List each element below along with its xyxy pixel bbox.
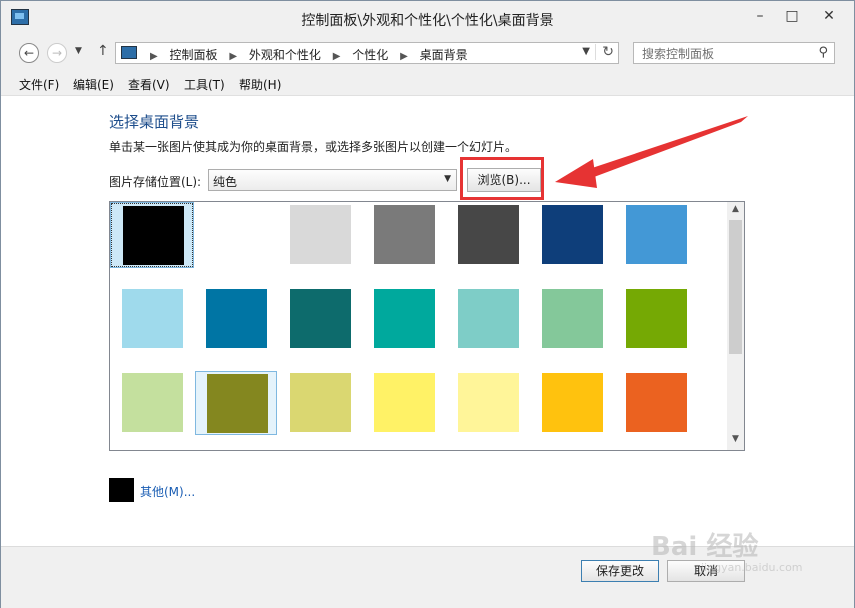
color-swatch-item[interactable] bbox=[279, 371, 361, 435]
search-box[interactable]: ⚲ bbox=[633, 42, 835, 64]
color-swatch-item[interactable] bbox=[447, 203, 529, 267]
main-content: 选择桌面背景 单击某一张图片使其成为你的桌面背景，或选择多张图片以创建一个幻灯片… bbox=[1, 96, 854, 546]
color-swatch[interactable] bbox=[374, 373, 435, 432]
color-swatch-item[interactable] bbox=[195, 371, 277, 435]
color-swatch[interactable] bbox=[458, 289, 519, 348]
window-title: 控制面板\外观和个性化\个性化\桌面背景 bbox=[301, 13, 554, 29]
breadcrumb-appearance[interactable]: 外观和个性化 bbox=[249, 48, 321, 62]
menu-bar: 文件(F) 编辑(E) 查看(V) 工具(T) 帮助(H) bbox=[1, 71, 854, 96]
breadcrumb-control-panel[interactable]: 控制面板 bbox=[170, 48, 218, 62]
color-swatch[interactable] bbox=[206, 289, 267, 348]
breadcrumb-personalization[interactable]: 个性化 bbox=[352, 48, 388, 62]
color-swatch[interactable] bbox=[290, 289, 351, 348]
color-swatch[interactable] bbox=[542, 205, 603, 264]
address-dropdown-chevron-icon[interactable]: ▼ bbox=[582, 46, 590, 57]
color-swatch-item[interactable] bbox=[363, 371, 445, 435]
page-description: 单击某一张图片使其成为你的桌面背景，或选择多张图片以创建一个幻灯片。 bbox=[109, 140, 518, 154]
chevron-down-icon[interactable]: ▼ bbox=[444, 174, 451, 184]
forward-arrow-icon[interactable]: → bbox=[47, 43, 67, 63]
color-swatch[interactable] bbox=[542, 373, 603, 432]
breadcrumb-separator-icon[interactable]: ▶ bbox=[400, 51, 408, 62]
menu-file[interactable]: 文件(F) bbox=[19, 76, 59, 93]
color-swatch[interactable] bbox=[458, 373, 519, 432]
recent-pages-chevron-icon[interactable]: ▼ bbox=[75, 46, 82, 56]
menu-help[interactable]: 帮助(H) bbox=[239, 76, 281, 93]
color-swatch-item[interactable] bbox=[363, 287, 445, 351]
navigation-bar: ← → ▼ ↑ ▶ 控制面板 ▶ 外观和个性化 ▶ 个性化 ▶ 桌面背景 ▼ ↻… bbox=[1, 37, 854, 69]
breadcrumb-desktop-background[interactable]: 桌面背景 bbox=[420, 48, 468, 62]
color-swatch-item[interactable] bbox=[531, 371, 613, 435]
custom-color-swatch[interactable] bbox=[109, 478, 134, 502]
color-swatch-item[interactable] bbox=[615, 203, 697, 267]
watermark-sub-text: jingyan.baidu.com bbox=[701, 561, 803, 574]
color-swatch-item[interactable] bbox=[447, 287, 529, 351]
scroll-down-icon[interactable]: ▼ bbox=[727, 434, 744, 448]
color-swatch[interactable] bbox=[458, 205, 519, 264]
menu-view[interactable]: 查看(V) bbox=[128, 76, 170, 93]
control-panel-small-icon bbox=[121, 46, 137, 59]
other-colors-link[interactable]: 其他(M)... bbox=[140, 483, 195, 500]
color-swatch[interactable] bbox=[123, 206, 184, 265]
minimize-icon[interactable]: – bbox=[745, 5, 775, 27]
menu-tools[interactable]: 工具(T) bbox=[184, 76, 225, 93]
breadcrumb-separator-icon[interactable]: ▶ bbox=[333, 51, 341, 62]
color-swatch[interactable] bbox=[122, 373, 183, 432]
color-swatch[interactable] bbox=[626, 373, 687, 432]
close-icon[interactable]: ✕ bbox=[809, 5, 849, 27]
color-swatch-item[interactable] bbox=[195, 287, 277, 351]
color-swatch-item[interactable] bbox=[531, 203, 613, 267]
baidu-watermark: Bai 经验 jingyan.baidu.com bbox=[651, 526, 803, 574]
color-swatch-item[interactable] bbox=[279, 287, 361, 351]
color-swatch[interactable] bbox=[122, 289, 183, 348]
search-input[interactable] bbox=[640, 45, 814, 63]
color-swatch[interactable] bbox=[626, 289, 687, 348]
color-swatch-item[interactable] bbox=[111, 287, 193, 351]
save-changes-button[interactable]: 保存更改 bbox=[581, 560, 659, 582]
color-swatch[interactable] bbox=[374, 289, 435, 348]
menu-edit[interactable]: 编辑(E) bbox=[73, 76, 114, 93]
search-icon[interactable]: ⚲ bbox=[818, 45, 828, 60]
scroll-up-icon[interactable]: ▲ bbox=[727, 204, 744, 218]
picture-location-value: 纯色 bbox=[213, 175, 238, 189]
gallery-scrollbar[interactable]: ▲ ▼ bbox=[727, 202, 744, 450]
watermark-main-text: Bai 经验 bbox=[651, 532, 759, 562]
maximize-icon[interactable]: □ bbox=[777, 5, 807, 27]
breadcrumb-separator-icon[interactable]: ▶ bbox=[229, 51, 237, 62]
address-bar[interactable]: ▶ 控制面板 ▶ 外观和个性化 ▶ 个性化 ▶ 桌面背景 ▼ ↻ bbox=[115, 42, 619, 64]
color-swatch-item[interactable] bbox=[531, 287, 613, 351]
color-swatch-item[interactable] bbox=[279, 203, 361, 267]
color-swatch[interactable] bbox=[290, 373, 351, 432]
scroll-thumb[interactable] bbox=[729, 220, 742, 354]
color-swatch-item[interactable] bbox=[363, 203, 445, 267]
picture-location-label: 图片存储位置(L): bbox=[109, 175, 202, 189]
color-swatch[interactable] bbox=[207, 374, 268, 433]
control-panel-window: 控制面板\外观和个性化\个性化\桌面背景 – □ ✕ ← → ▼ ↑ ▶ 控制面… bbox=[0, 0, 855, 608]
back-arrow-icon[interactable]: ← bbox=[19, 43, 39, 63]
color-swatch-item[interactable] bbox=[615, 371, 697, 435]
color-swatch-item[interactable] bbox=[110, 202, 194, 268]
color-swatch-item[interactable] bbox=[447, 371, 529, 435]
color-swatch[interactable] bbox=[626, 205, 687, 264]
color-swatch[interactable] bbox=[290, 205, 351, 264]
color-swatch-item[interactable] bbox=[615, 287, 697, 351]
color-swatch[interactable] bbox=[542, 289, 603, 348]
color-swatch-item[interactable] bbox=[111, 371, 193, 435]
breadcrumb: ▶ 控制面板 ▶ 外观和个性化 ▶ 个性化 ▶ 桌面背景 bbox=[142, 46, 468, 63]
title-bar[interactable]: 控制面板\外观和个性化\个性化\桌面背景 – □ ✕ bbox=[1, 1, 854, 37]
color-swatch[interactable] bbox=[374, 205, 435, 264]
browse-button[interactable]: 浏览(B)... bbox=[467, 168, 541, 192]
annotation-arrow-icon bbox=[555, 116, 748, 188]
page-title: 选择桌面背景 bbox=[109, 113, 200, 131]
background-picture-gallery[interactable]: ▲ ▼ bbox=[109, 201, 745, 451]
picture-location-select[interactable]: 纯色 ▼ bbox=[208, 169, 457, 191]
color-swatch-item[interactable] bbox=[195, 203, 277, 267]
color-swatch[interactable] bbox=[206, 205, 267, 264]
refresh-icon[interactable]: ↻ bbox=[595, 44, 614, 60]
up-arrow-icon[interactable]: ↑ bbox=[97, 43, 109, 59]
breadcrumb-separator-icon[interactable]: ▶ bbox=[150, 51, 158, 62]
